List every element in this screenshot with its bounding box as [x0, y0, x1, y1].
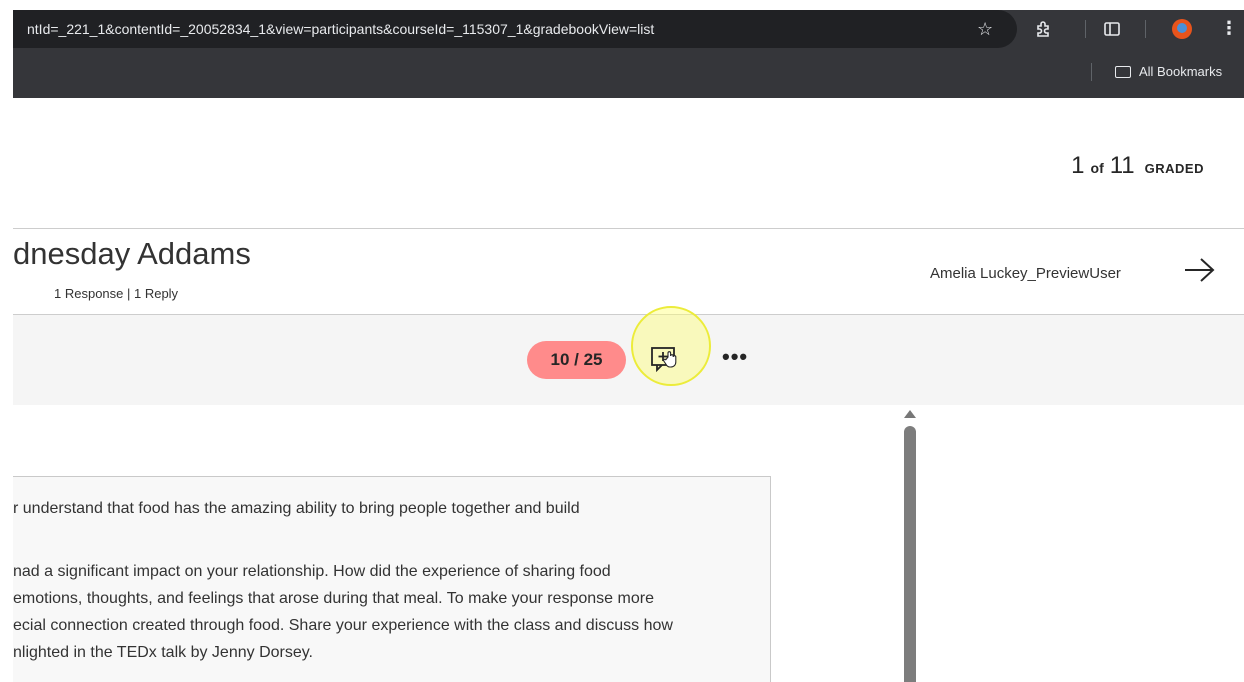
response-text-line: r understand that food has the amazing a…: [13, 500, 580, 517]
profile-avatar-icon[interactable]: [1172, 19, 1192, 39]
divider: [13, 228, 1244, 229]
side-panel-icon[interactable]: [1103, 20, 1121, 41]
graded-of: of: [1090, 160, 1104, 176]
folder-icon: [1115, 65, 1131, 78]
graded-total: 11: [1109, 152, 1135, 179]
address-bar-url[interactable]: ntId=_221_1&contentId=_20052834_1&view=p…: [27, 21, 654, 37]
bookmark-star-icon[interactable]: ☆: [977, 20, 993, 38]
browser-menu-icon[interactable]: ⋮: [1220, 19, 1238, 37]
more-options-button[interactable]: •••: [722, 344, 748, 370]
grade-bar: [13, 315, 1244, 405]
extensions-icon[interactable]: [1035, 20, 1053, 41]
grade-score-pill[interactable]: 10 / 25: [527, 341, 626, 379]
graded-current: 1: [1071, 152, 1085, 179]
scrollbar-thumb[interactable]: [904, 426, 916, 682]
graded-label: GRADED: [1144, 161, 1204, 176]
next-student-name[interactable]: Amelia Luckey_PreviewUser: [930, 265, 1121, 282]
response-text-line: ecial connection created through food. S…: [13, 617, 673, 634]
student-name: dnesday Addams: [13, 236, 251, 271]
response-text-line: nlighted in the TEDx talk by Jenny Dorse…: [13, 644, 313, 661]
all-bookmarks-label: All Bookmarks: [1139, 64, 1223, 79]
graded-progress: 1 of 11 GRADED: [1071, 152, 1204, 180]
response-text-line: emotions, thoughts, and feelings that ar…: [13, 590, 654, 607]
response-text-line: nad a significant impact on your relatio…: [13, 563, 611, 580]
add-feedback-icon[interactable]: [651, 346, 677, 372]
address-bar[interactable]: ntId=_221_1&contentId=_20052834_1&view=p…: [13, 10, 1017, 48]
student-response-count: 1 Response | 1 Reply: [54, 286, 179, 301]
bookmarks-separator: [1091, 63, 1092, 81]
scroll-up-arrow-icon[interactable]: [904, 410, 916, 418]
all-bookmarks-button[interactable]: All Bookmarks: [1115, 64, 1222, 79]
toolbar-separator: [1145, 20, 1146, 38]
next-student-arrow-icon[interactable]: [1183, 256, 1215, 284]
toolbar-separator: [1085, 20, 1086, 38]
